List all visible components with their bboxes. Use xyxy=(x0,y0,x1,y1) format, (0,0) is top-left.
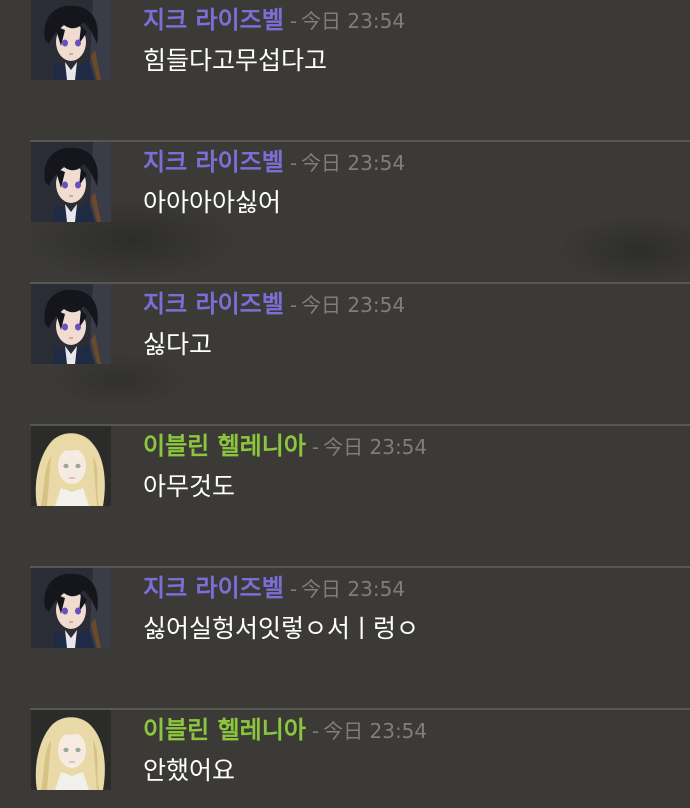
timestamp: 今日 23:54 xyxy=(323,719,428,743)
timestamp: 今日 23:54 xyxy=(301,293,406,317)
message-item: 지크 라이즈벨 - 今日 23:54 아아아아싫어 xyxy=(0,142,690,284)
message-item: 지크 라이즈벨 - 今日 23:54 힘들다고무섭다고 xyxy=(0,0,690,142)
message-text: 힘들다고무섭다고 xyxy=(143,46,328,75)
header-separator: - xyxy=(311,719,320,743)
message-header: 이블린 헬레니아 - 今日 23:54 xyxy=(143,427,427,465)
message-text: 싫어실헝서잇렇ㅇ서ㅣ렁ㅇ xyxy=(143,614,420,643)
header-separator: - xyxy=(289,293,298,317)
message-header: 지크 라이즈벨 - 今日 23:54 xyxy=(143,143,405,181)
message-item: 지크 라이즈벨 - 今日 23:54 싫어실헝서잇렇ㅇ서ㅣ렁ㅇ xyxy=(0,568,690,710)
author-name[interactable]: 지크 라이즈벨 xyxy=(143,574,284,602)
timestamp: 今日 23:54 xyxy=(301,9,406,33)
dark-haired-boy-avatar[interactable] xyxy=(31,142,111,222)
header-separator: - xyxy=(289,151,298,175)
dark-haired-boy-avatar[interactable] xyxy=(31,284,111,364)
message-item: 지크 라이즈벨 - 今日 23:54 싫다고 xyxy=(0,284,690,426)
message-header: 이블린 헬레니아 - 今日 23:54 xyxy=(143,711,427,749)
author-name[interactable]: 지크 라이즈벨 xyxy=(143,6,284,34)
message-text: 싫다고 xyxy=(143,330,213,359)
author-name[interactable]: 지크 라이즈벨 xyxy=(143,290,284,318)
message-text: 안했어요 xyxy=(143,756,236,785)
blonde-girl-avatar[interactable] xyxy=(31,426,111,506)
message-item: 이블린 헬레니아 - 今日 23:54 아무것도 xyxy=(0,426,690,568)
dark-haired-boy-avatar[interactable] xyxy=(31,0,111,80)
message-list[interactable]: 지크 라이즈벨 - 今日 23:54 힘들다고무섭다고 지크 라이즈벨 - 今日 23:… xyxy=(0,0,690,808)
timestamp: 今日 23:54 xyxy=(323,435,428,459)
author-name[interactable]: 이블린 헬레니아 xyxy=(143,432,306,460)
blonde-girl-avatar[interactable] xyxy=(31,710,111,790)
message-header: 지크 라이즈벨 - 今日 23:54 xyxy=(143,1,405,39)
message-header: 지크 라이즈벨 - 今日 23:54 xyxy=(143,569,405,607)
message-text: 아무것도 xyxy=(143,472,236,501)
message-text: 아아아아싫어 xyxy=(143,188,282,217)
author-name[interactable]: 지크 라이즈벨 xyxy=(143,148,284,176)
timestamp: 今日 23:54 xyxy=(301,151,406,175)
message-item: 이블린 헬레니아 - 今日 23:54 안했어요 xyxy=(0,710,690,808)
author-name[interactable]: 이블린 헬레니아 xyxy=(143,716,306,744)
header-separator: - xyxy=(311,435,320,459)
dark-haired-boy-avatar[interactable] xyxy=(31,568,111,648)
timestamp: 今日 23:54 xyxy=(301,577,406,601)
header-separator: - xyxy=(289,9,298,33)
message-header: 지크 라이즈벨 - 今日 23:54 xyxy=(143,285,405,323)
header-separator: - xyxy=(289,577,298,601)
